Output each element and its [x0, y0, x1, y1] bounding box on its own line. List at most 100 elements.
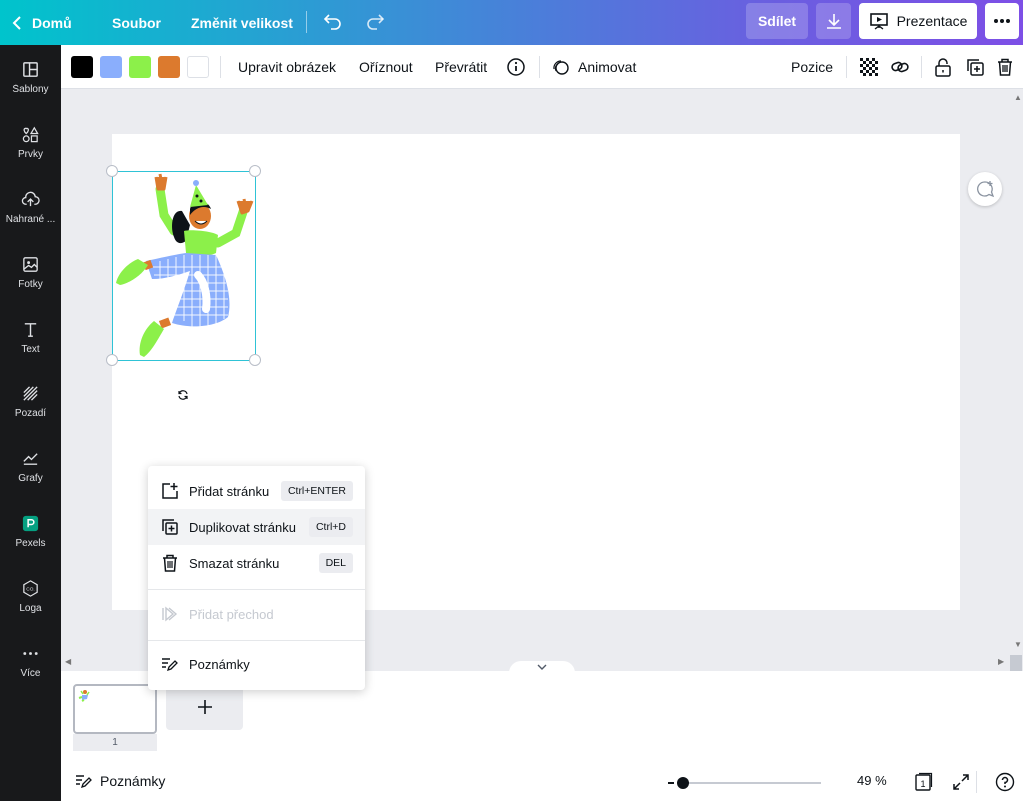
sidebar-label: Loga	[19, 602, 42, 614]
trash-icon	[161, 554, 179, 572]
link-button[interactable]	[889, 56, 911, 78]
position-button[interactable]: Pozice	[791, 45, 833, 89]
share-button[interactable]: Sdílet	[746, 3, 808, 39]
zoom-slider[interactable]	[679, 782, 821, 784]
zoom-level[interactable]: 49 %	[857, 761, 887, 801]
sidebar-item-templates[interactable]: Šablony	[0, 47, 61, 107]
present-button[interactable]: Prezentace	[859, 3, 977, 39]
redo-icon	[367, 14, 385, 30]
menu-item-add-transition: Přidat přechod	[148, 596, 365, 632]
transition-icon	[161, 605, 179, 623]
more-icon	[23, 651, 38, 655]
rotate-handle[interactable]	[173, 385, 193, 405]
toolbar-divider	[921, 56, 922, 78]
animate-button[interactable]: Animovat	[550, 45, 636, 89]
resize-handle[interactable]	[106, 354, 118, 366]
menu-item-notes[interactable]: Poznámky	[148, 646, 365, 682]
position-label: Pozice	[791, 59, 834, 75]
sidebar-item-photos[interactable]: Fotky	[0, 242, 61, 302]
menu-item-delete-page[interactable]: Smazat stránku DEL	[148, 545, 365, 581]
crop-button[interactable]: Oříznout	[359, 45, 413, 89]
charts-icon	[23, 452, 38, 465]
duplicate-page-icon	[161, 518, 179, 536]
menu-item-duplicate-page[interactable]: Duplikovat stránku Ctrl+D	[148, 509, 365, 545]
presentation-icon	[869, 13, 888, 30]
notes-button[interactable]: Poznámky	[74, 761, 165, 801]
resize-handle[interactable]	[106, 165, 118, 177]
upload-icon	[21, 191, 40, 206]
page-count-button[interactable]: 1	[913, 772, 933, 792]
flip-label: Převrátit	[435, 59, 488, 75]
sidebar-item-logos[interactable]: CO. Loga	[0, 566, 61, 626]
download-button[interactable]	[816, 3, 851, 39]
add-comment-button[interactable]	[968, 172, 1002, 206]
menu-item-label: Poznámky	[189, 656, 250, 672]
info-icon	[507, 58, 525, 76]
shortcut-badge: Ctrl+ENTER	[280, 481, 353, 501]
resize-handle[interactable]	[249, 165, 261, 177]
shortcut-badge: Ctrl+D	[308, 517, 353, 537]
sidebar-label: Grafy	[18, 472, 43, 484]
color-swatch-orange[interactable]	[158, 56, 180, 78]
chevron-left-icon	[12, 15, 21, 30]
lock-button[interactable]	[932, 56, 954, 78]
resize-button[interactable]: Změnit velikost	[191, 0, 293, 45]
pages-icon: 1	[915, 772, 933, 791]
scroll-right-arrow[interactable]: ▶	[998, 657, 1004, 666]
left-sidebar: Šablony Prvky Nahrané ... Fotky Text Poz…	[0, 45, 61, 801]
transparency-button[interactable]	[858, 56, 880, 78]
zoom-slider-knob[interactable]	[676, 777, 689, 789]
topbar-divider	[306, 11, 307, 33]
sidebar-item-elements[interactable]: Prvky	[0, 112, 61, 172]
delete-button[interactable]	[994, 56, 1016, 78]
sidebar-item-background[interactable]: Pozadí	[0, 371, 61, 431]
editor-toolbar: Upravit obrázek Oříznout Převrátit Animo…	[61, 45, 1023, 89]
menu-divider	[148, 640, 365, 641]
scroll-left-arrow[interactable]: ◀	[65, 657, 71, 666]
sidebar-item-text[interactable]: Text	[0, 307, 61, 367]
color-swatch-white[interactable]	[187, 56, 209, 78]
notes-icon	[161, 655, 179, 673]
scroll-up-arrow[interactable]: ▲	[1014, 93, 1022, 102]
help-button[interactable]	[995, 772, 1015, 792]
redo-button[interactable]	[364, 10, 386, 37]
page-thumbnail[interactable]	[73, 684, 157, 734]
fullscreen-button[interactable]	[951, 772, 971, 792]
selection-box	[106, 165, 261, 366]
page-count: 1	[920, 779, 925, 789]
color-swatch-green[interactable]	[129, 56, 151, 78]
shortcut-badge: DEL	[318, 553, 353, 573]
color-swatch-blue[interactable]	[100, 56, 122, 78]
sidebar-item-more[interactable]: Více	[0, 631, 61, 691]
resize-handle[interactable]	[249, 354, 261, 366]
help-icon	[995, 772, 1015, 792]
sidebar-item-charts[interactable]: Grafy	[0, 436, 61, 496]
menu-item-label: Přidat stránku	[189, 483, 270, 499]
home-button[interactable]: Domů	[12, 0, 72, 45]
home-label: Domů	[32, 14, 72, 31]
scroll-down-arrow[interactable]: ▼	[1014, 640, 1022, 649]
flip-button[interactable]: Převrátit	[435, 45, 487, 89]
add-page-button[interactable]	[166, 684, 243, 730]
menu-item-label: Přidat přechod	[189, 606, 274, 622]
sidebar-label: Pozadí	[14, 407, 47, 419]
sidebar-item-uploads[interactable]: Nahrané ...	[0, 177, 61, 237]
menu-item-add-page[interactable]: Přidat stránku Ctrl+ENTER	[148, 473, 365, 509]
color-swatch-black[interactable]	[71, 56, 93, 78]
undo-button[interactable]	[322, 10, 344, 37]
menu-divider	[148, 589, 365, 590]
trash-icon	[998, 58, 1012, 76]
info-button[interactable]	[505, 56, 527, 78]
undo-icon	[323, 14, 341, 30]
sidebar-label: Pexels	[15, 537, 46, 549]
duplicate-button[interactable]	[964, 56, 986, 78]
toolbar-divider	[220, 56, 221, 78]
transparency-icon	[860, 58, 878, 76]
file-menu-button[interactable]: Soubor	[112, 0, 161, 45]
edit-image-button[interactable]: Upravit obrázek	[238, 45, 336, 89]
top-bar: Domů Soubor Změnit velikost Sdílet Preze…	[0, 0, 1023, 45]
sidebar-item-pexels[interactable]: Pexels	[0, 501, 61, 561]
sidebar-label: Text	[21, 343, 40, 355]
templates-icon	[23, 61, 38, 77]
more-options-button[interactable]	[985, 3, 1019, 39]
